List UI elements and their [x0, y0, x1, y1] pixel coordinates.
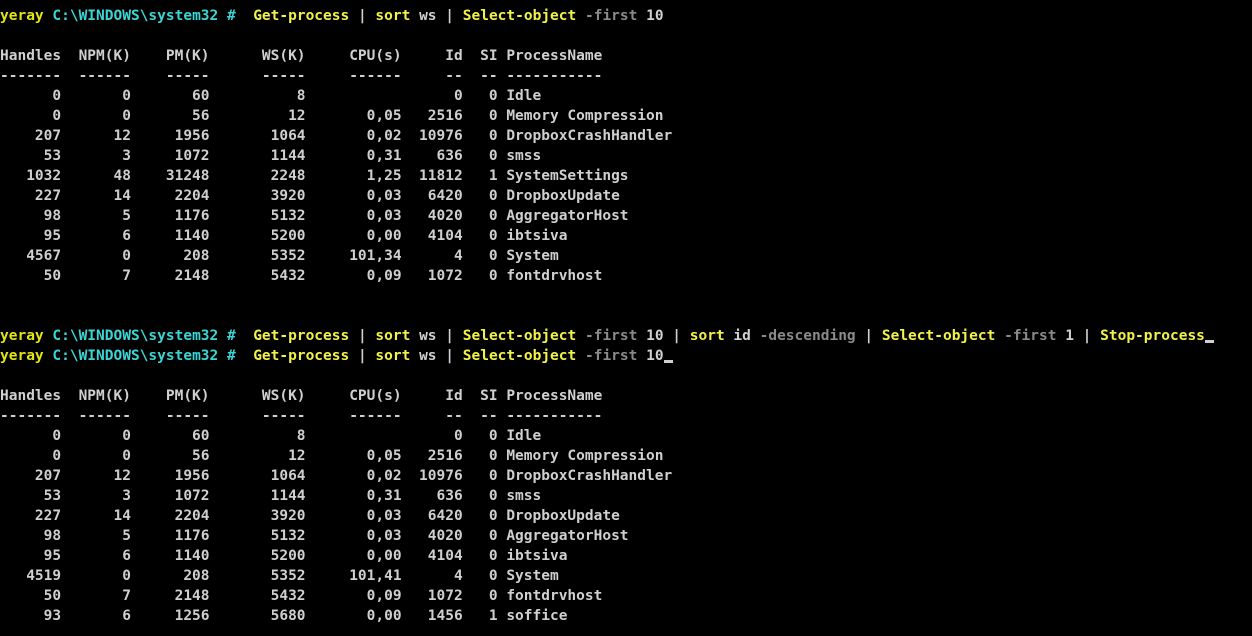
command-text: Get-process | sort ws | Select-object -f…	[253, 8, 663, 24]
table-row: 207 12 1956 1064 0,02 10976 0 DropboxCra…	[0, 468, 673, 484]
powershell-terminal[interactable]: yeray C:\WINDOWS\system32 # Get-process …	[0, 0, 1252, 636]
text-cursor	[1204, 340, 1214, 343]
command-token: |	[1073, 328, 1101, 344]
command-token: -first	[576, 328, 638, 344]
prompt-user: yeray	[0, 348, 44, 364]
command-token: 1	[1056, 328, 1074, 344]
prompt-path: C:\WINDOWS\system32 #	[52, 328, 236, 344]
table-row: 98 5 1176 5132 0,03 4020 0 AggregatorHos…	[0, 528, 629, 544]
command-line-3[interactable]: yeray C:\WINDOWS\system32 # Get-process …	[0, 346, 1252, 366]
command-token: id	[724, 328, 751, 344]
prompt-user: yeray	[0, 328, 44, 344]
table-row: 227 14 2204 3920 0,03 6420 0 DropboxUpda…	[0, 508, 620, 524]
table-row: 4519 0 208 5352 101,41 4 0 System	[0, 568, 559, 584]
command-text: Get-process | sort ws | Select-object -f…	[253, 328, 1214, 344]
command-token: sort	[375, 348, 411, 364]
prompt-path: C:\WINDOWS\system32 #	[52, 348, 236, 364]
command-token: sort	[689, 328, 725, 344]
command-token: Stop-process	[1100, 328, 1205, 344]
table-row: 0 0 60 8 0 0 Idle	[0, 428, 542, 444]
text-cursor	[663, 360, 673, 363]
table-row: 0 0 56 12 0,05 2516 0 Memory Compression	[0, 108, 664, 124]
command-text: Get-process | sort ws | Select-object -f…	[253, 348, 673, 364]
command-token: Select-object	[462, 8, 577, 24]
table-row: 95 6 1140 5200 0,00 4104 0 ibtsiva	[0, 548, 568, 564]
command-token: 10	[637, 328, 664, 344]
command-token: 10	[637, 8, 664, 24]
table-row: 4567 0 208 5352 101,34 4 0 System	[0, 248, 559, 264]
command-token: |	[436, 328, 463, 344]
command-token: ws	[410, 8, 437, 24]
command-token: -first	[576, 348, 638, 364]
command-line-2: yeray C:\WINDOWS\system32 # Get-process …	[0, 326, 1252, 346]
table-row: 0 0 56 12 0,05 2516 0 Memory Compression	[0, 448, 664, 464]
table-row: 50 7 2148 5432 0,09 1072 0 fontdrvhost	[0, 268, 603, 284]
command-line-1: yeray C:\WINDOWS\system32 # Get-process …	[0, 6, 1252, 26]
table-row: 53 3 1072 1144 0,31 636 0 smss	[0, 148, 542, 164]
command-token: |	[349, 348, 376, 364]
command-token: Select-object	[881, 328, 996, 344]
command-token: sort	[375, 328, 411, 344]
table-row: 93 6 1256 5680 0,00 1456 1 soffice	[0, 608, 568, 624]
command-token: Get-process	[253, 8, 350, 24]
command-token: 10	[637, 348, 664, 364]
command-token: ws	[410, 348, 437, 364]
table-row: 1032 48 31248 2248 1,25 11812 1 SystemSe…	[0, 168, 629, 184]
command-token: Get-process	[253, 328, 350, 344]
table-row: 98 5 1176 5132 0,03 4020 0 AggregatorHos…	[0, 208, 629, 224]
prompt-user: yeray	[0, 8, 44, 24]
command-token: sort	[375, 8, 411, 24]
prompt-path: C:\WINDOWS\system32 #	[52, 8, 236, 24]
process-table-2: 0 0 60 8 0 0 Idle 0 0 56 12 0,05 2516 0 …	[0, 426, 1252, 626]
command-token: |	[663, 328, 690, 344]
table-underline: ------- ------ ----- ----- ------ -- -- …	[0, 68, 603, 84]
command-token: |	[349, 328, 376, 344]
command-token: Select-object	[462, 348, 577, 364]
table-row: 53 3 1072 1144 0,31 636 0 smss	[0, 488, 542, 504]
table-row: 227 14 2204 3920 0,03 6420 0 DropboxUpda…	[0, 188, 620, 204]
command-token: |	[436, 348, 463, 364]
command-token: -first	[995, 328, 1057, 344]
command-token: Get-process	[253, 348, 350, 364]
command-token: -first	[576, 8, 638, 24]
table-header: Handles NPM(K) PM(K) WS(K) CPU(s) Id SI …	[0, 388, 603, 404]
table-row: 0 0 60 8 0 0 Idle	[0, 88, 542, 104]
command-token: ws	[410, 328, 437, 344]
command-token: |	[436, 8, 463, 24]
command-token: -descending	[750, 328, 856, 344]
process-table-1: 0 0 60 8 0 0 Idle 0 0 56 12 0,05 2516 0 …	[0, 86, 1252, 286]
table-row: 95 6 1140 5200 0,00 4104 0 ibtsiva	[0, 228, 568, 244]
command-token: Select-object	[462, 328, 577, 344]
table-row: 207 12 1956 1064 0,02 10976 0 DropboxCra…	[0, 128, 673, 144]
table-header: Handles NPM(K) PM(K) WS(K) CPU(s) Id SI …	[0, 48, 603, 64]
table-row: 50 7 2148 5432 0,09 1072 0 fontdrvhost	[0, 588, 603, 604]
command-token: |	[855, 328, 882, 344]
table-underline: ------- ------ ----- ----- ------ -- -- …	[0, 408, 603, 424]
command-token: |	[349, 8, 376, 24]
